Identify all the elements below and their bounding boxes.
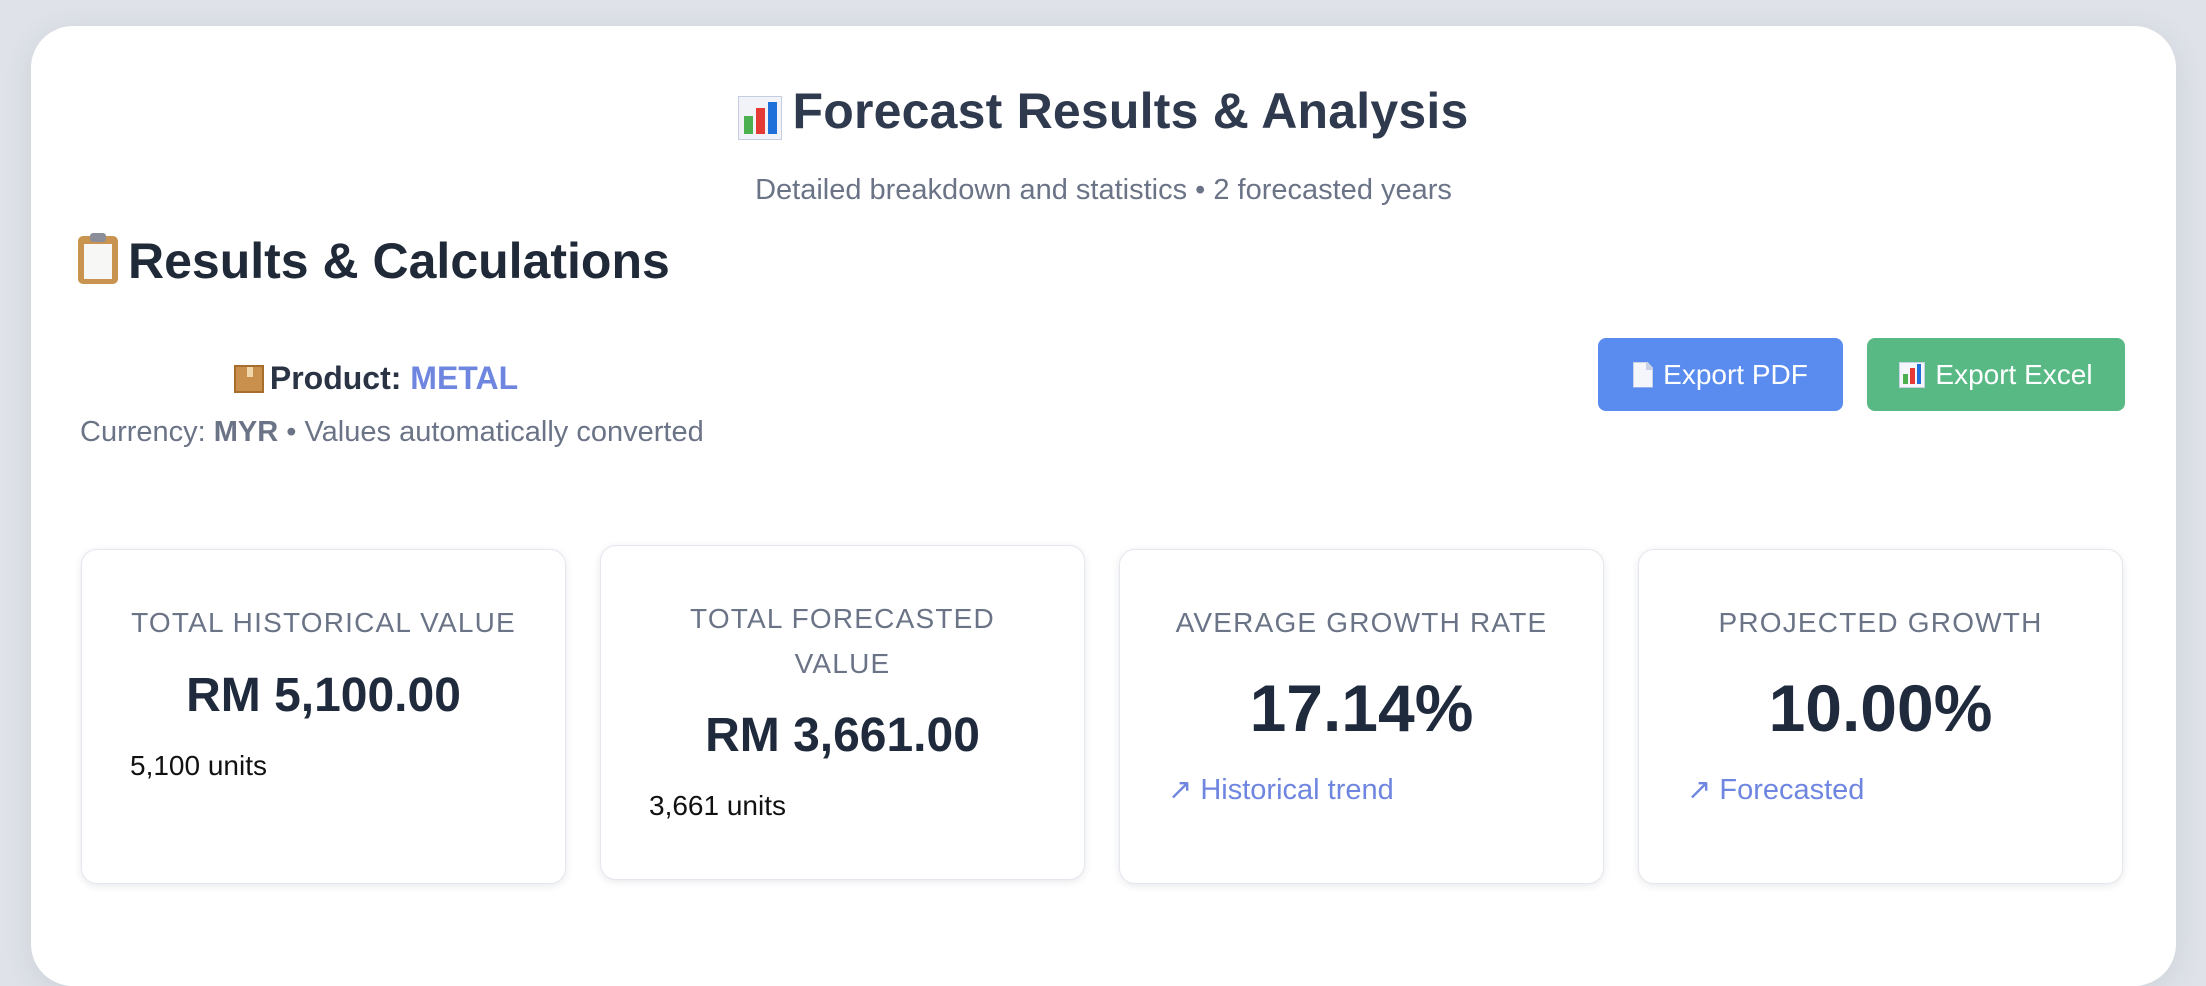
export-pdf-button[interactable]: Export PDF (1598, 338, 1843, 411)
stat-card-historical-value: TOTAL HISTORICAL VALUE RM 5,100.00 5,100… (81, 549, 566, 884)
stat-card-units: 3,661 units (649, 790, 786, 821)
export-excel-label: Export Excel (1935, 358, 2093, 390)
stat-card-label: TOTAL HISTORICAL VALUE (131, 607, 516, 638)
stat-card-projected-growth: PROJECTED GROWTH 10.00% ↗ Forecasted (1638, 549, 2123, 884)
trend-up-arrow: ↗ Forecasted (1687, 774, 1865, 806)
document-icon (1633, 361, 1654, 388)
currency-code: MYR (213, 416, 279, 448)
stat-card-value: RM 5,100.00 (186, 669, 461, 722)
section-title-text: Results & Calculations (128, 233, 670, 289)
product-line: Product: METAL (80, 360, 672, 397)
bar-chart-icon (738, 96, 783, 140)
export-excel-button[interactable]: Export Excel (1867, 338, 2125, 411)
stat-card-units: 5,100 units (130, 750, 267, 781)
product-label: Product: (269, 360, 402, 396)
stat-card-label: PROJECTED GROWTH (1718, 607, 2043, 638)
stat-card-label: TOTAL FORECASTED VALUE (690, 603, 995, 679)
clipboard-icon (78, 233, 118, 284)
stat-card-average-growth: AVERAGE GROWTH RATE 17.14% ↗ Historical … (1119, 549, 1604, 884)
trend-up-arrow: ↗ Historical trend (1168, 774, 1394, 806)
spreadsheet-icon (1899, 361, 1926, 388)
section-title: Results & Calculations (78, 232, 670, 290)
page-title: Forecast Results & Analysis (31, 82, 2176, 140)
stat-card-value: 10.00% (1768, 671, 1993, 745)
page-subtitle: Detailed breakdown and statistics • 2 fo… (755, 174, 1452, 206)
stat-card-label: AVERAGE GROWTH RATE (1175, 607, 1548, 638)
product-value: METAL (410, 360, 519, 396)
page-header: Forecast Results & Analysis Detailed bre… (31, 26, 2176, 248)
currency-label: Currency: (80, 416, 206, 448)
stat-card-value: RM 3,661.00 (705, 709, 980, 762)
currency-line: Currency: MYR • Values automatically con… (80, 416, 704, 449)
currency-note: • Values automatically converted (286, 416, 704, 448)
package-icon (233, 365, 264, 393)
export-pdf-label: Export PDF (1663, 358, 1808, 390)
page-title-text: Forecast Results & Analysis (792, 83, 1469, 139)
stat-card-value: 17.14% (1249, 671, 1474, 745)
stat-card-forecasted-value: TOTAL FORECASTED VALUE RM 3,661.00 3,661… (600, 545, 1085, 880)
